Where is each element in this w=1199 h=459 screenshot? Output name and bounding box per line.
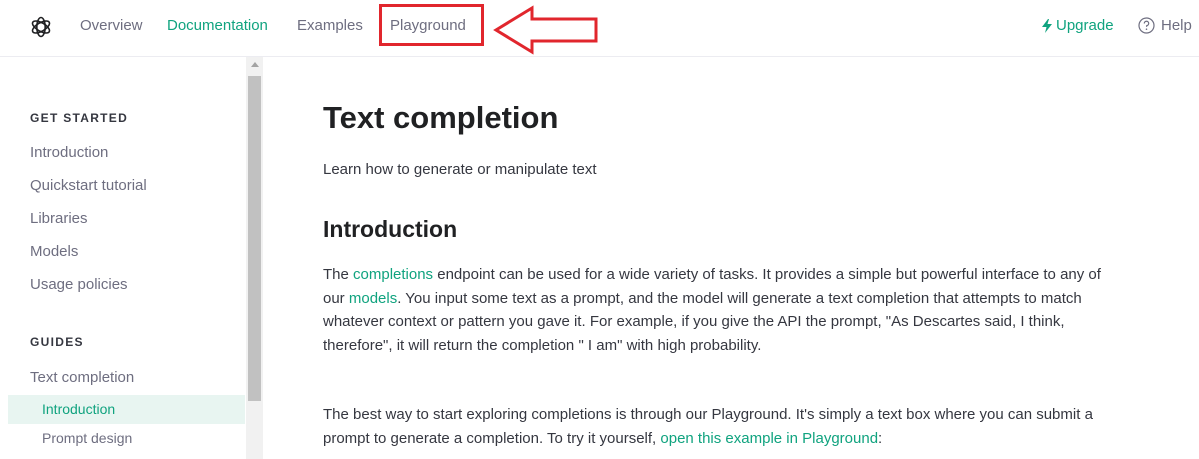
nav-documentation[interactable]: Documentation bbox=[167, 17, 268, 34]
help-link[interactable]: Help bbox=[1138, 17, 1192, 34]
upgrade-link[interactable]: Upgrade bbox=[1041, 17, 1114, 34]
nav-examples[interactable]: Examples bbox=[297, 17, 363, 34]
help-label: Help bbox=[1161, 17, 1192, 34]
text-span: The bbox=[323, 266, 354, 283]
sidebar-item-text-completion[interactable]: Text completion bbox=[30, 369, 134, 386]
sidebar-heading-get-started: GET STARTED bbox=[30, 111, 129, 125]
open-example-in-playground-link[interactable]: open this example in Playground bbox=[660, 430, 878, 447]
sidebar-item-introduction[interactable]: Introduction bbox=[30, 144, 108, 161]
sidebar-subitem-introduction[interactable]: Introduction bbox=[42, 401, 115, 417]
playground-highlight-box bbox=[379, 4, 484, 46]
top-navigation: Overview Documentation Examples Playgrou… bbox=[0, 0, 1199, 57]
sidebar-item-quickstart-tutorial[interactable]: Quickstart tutorial bbox=[30, 177, 147, 194]
models-link[interactable]: models bbox=[349, 290, 397, 307]
sidebar-scroll-thumb[interactable] bbox=[248, 76, 261, 401]
annotation-arrow-icon bbox=[493, 5, 598, 55]
sidebar-subitem-prompt-design[interactable]: Prompt design bbox=[42, 430, 132, 446]
openai-logo-icon[interactable] bbox=[29, 15, 53, 39]
help-circle-icon bbox=[1138, 17, 1155, 34]
sidebar-heading-guides: GUIDES bbox=[30, 335, 84, 349]
upgrade-label: Upgrade bbox=[1056, 17, 1114, 34]
page-title: Text completion bbox=[323, 100, 559, 135]
text-span: . You input some text as a prompt, and t… bbox=[323, 289, 1082, 354]
sidebar-item-libraries[interactable]: Libraries bbox=[30, 210, 88, 227]
nav-overview[interactable]: Overview bbox=[80, 17, 143, 34]
playground-paragraph: The best way to start exploring completi… bbox=[323, 403, 1103, 450]
text-span: : bbox=[878, 429, 883, 447]
page-subtitle: Learn how to generate or manipulate text bbox=[323, 161, 597, 178]
section-heading-introduction: Introduction bbox=[323, 216, 458, 242]
intro-paragraph: The completions endpoint can be used for… bbox=[323, 263, 1103, 357]
sidebar-item-models[interactable]: Models bbox=[30, 243, 78, 260]
sidebar-item-usage-policies[interactable]: Usage policies bbox=[30, 276, 128, 293]
scroll-up-arrow-icon[interactable] bbox=[251, 62, 259, 67]
bolt-icon bbox=[1042, 18, 1052, 33]
completions-link[interactable]: completions bbox=[353, 266, 433, 283]
